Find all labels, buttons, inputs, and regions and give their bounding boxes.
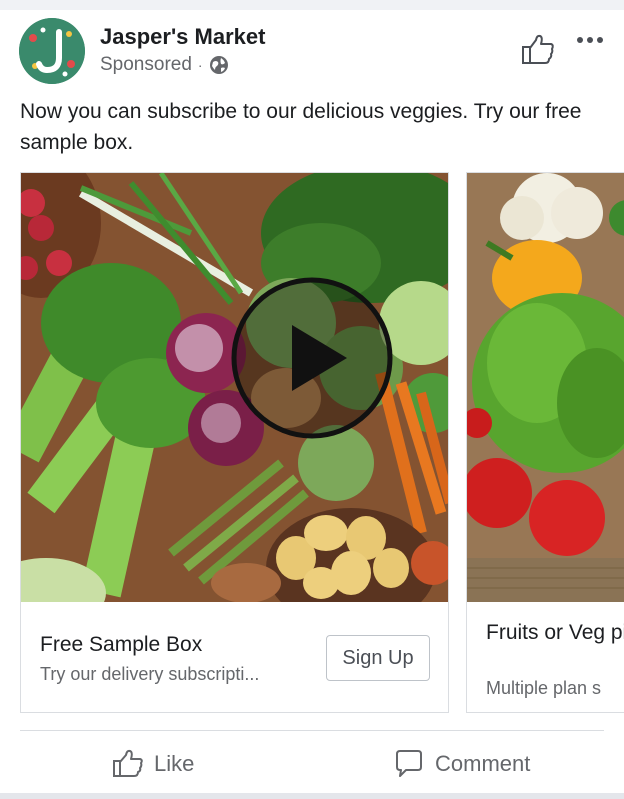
meta-separator: ·	[197, 57, 203, 73]
play-icon[interactable]	[229, 275, 395, 441]
card-title: Free Sample Box	[40, 633, 203, 656]
more-options-icon[interactable]	[577, 30, 607, 50]
post-meta: Sponsored ·	[100, 54, 229, 76]
like-label: Like	[154, 751, 195, 776]
comment-label: Comment	[435, 751, 531, 776]
actions-divider	[20, 730, 604, 731]
avatar-logo-icon	[19, 18, 85, 84]
page-avatar[interactable]	[19, 18, 85, 84]
globe-icon	[209, 56, 228, 74]
post-body-text: Now you can subscribe to our delicious v…	[20, 100, 582, 154]
fruits-veg-image[interactable]	[467, 173, 624, 602]
card-description: Multiple plan s	[486, 678, 602, 698]
comment-button[interactable]: Comment	[393, 744, 530, 784]
bottom-edge	[0, 793, 624, 799]
top-gap	[0, 0, 624, 10]
carousel-card-free-sample[interactable]: Free Sample Box Try our delivery subscri…	[20, 172, 449, 713]
card-title: Fruits or Veg pick	[486, 621, 624, 644]
sign-up-button[interactable]: Sign Up	[326, 635, 430, 681]
sponsored-label[interactable]: Sponsored	[100, 54, 192, 76]
thumbs-up-icon[interactable]	[520, 32, 556, 68]
comment-icon	[396, 750, 422, 777]
card-description: Try our delivery subscripti...	[40, 664, 260, 684]
carousel-card-fruits-veg[interactable]: Fruits or Veg pick Multiple plan s	[466, 172, 624, 713]
page-name[interactable]: Jasper's Market	[100, 24, 265, 50]
thumbs-up-icon	[113, 749, 143, 777]
like-button[interactable]: Like	[112, 744, 194, 784]
